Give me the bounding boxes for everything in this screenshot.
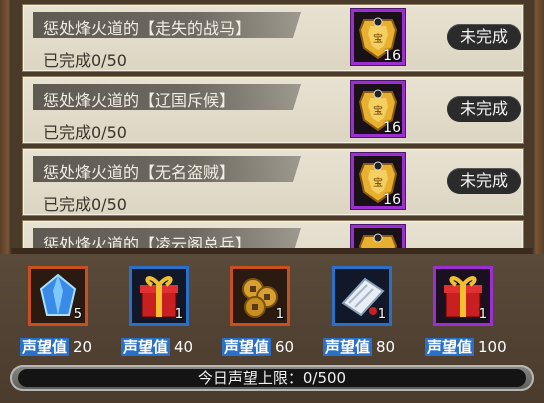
reward-item[interactable] bbox=[351, 225, 405, 248]
slot-count: 1 bbox=[377, 307, 386, 322]
task-row: 惩处烽火道的【无名盗贼】 已完成0/50 宝 16 未完成 bbox=[22, 148, 524, 216]
task-title: 惩处烽火道的【凌云阁总兵】 bbox=[43, 235, 252, 248]
task-progress: 已完成0/50 bbox=[43, 195, 127, 214]
daily-limit-bar: 今日声望上限：0/500 bbox=[10, 365, 534, 391]
svg-text:宝: 宝 bbox=[373, 32, 383, 45]
task-row: 惩处烽火道的【走失的战马】 已完成0/50 宝 16 未完成 bbox=[22, 4, 524, 72]
reputation-value: 20 bbox=[73, 338, 93, 356]
reputation-value: 100 bbox=[478, 338, 507, 356]
reward-item[interactable]: 宝 16 bbox=[351, 81, 405, 137]
reward-slot[interactable]: 1 bbox=[433, 266, 493, 326]
reward-label: 声望值 100 bbox=[425, 336, 507, 357]
reward-label: 声望值 20 bbox=[20, 336, 92, 357]
reputation-value: 60 bbox=[275, 338, 295, 356]
task-title: 惩处烽火道的【辽国斥候】 bbox=[43, 91, 236, 110]
status-button[interactable]: 未完成 bbox=[447, 24, 521, 50]
task-list[interactable]: 惩处烽火道的【走失的战马】 已完成0/50 宝 16 未完成 惩处烽火道的【辽国… bbox=[10, 0, 534, 248]
reputation-value: 40 bbox=[174, 338, 194, 356]
reward-slot[interactable]: 1 bbox=[332, 266, 392, 326]
task-title: 惩处烽火道的【无名盗贼】 bbox=[43, 163, 236, 182]
slot-count: 1 bbox=[174, 307, 183, 322]
reward-item[interactable]: 宝 16 bbox=[351, 9, 405, 65]
slot-count: 1 bbox=[275, 307, 284, 322]
daily-limit-text: 今日声望上限：0/500 bbox=[197, 369, 347, 387]
svg-text:宝: 宝 bbox=[373, 104, 383, 117]
reputation-value: 80 bbox=[376, 338, 396, 356]
reputation-badge: 声望值 bbox=[121, 338, 171, 356]
task-row: 惩处烽火道的【辽国斥候】 已完成0/50 宝 16 未完成 bbox=[22, 76, 524, 144]
reputation-badge: 声望值 bbox=[222, 338, 272, 356]
status-button[interactable]: 未完成 bbox=[447, 96, 521, 122]
reputation-badge: 声望值 bbox=[425, 338, 475, 356]
reward-slot[interactable]: 5 bbox=[28, 266, 88, 326]
task-progress: 已完成0/50 bbox=[43, 123, 127, 142]
task-title: 惩处烽火道的【走失的战马】 bbox=[43, 19, 252, 38]
reward-slot[interactable]: 1 bbox=[129, 266, 189, 326]
slot-count: 5 bbox=[73, 307, 82, 322]
reward-label: 声望值 40 bbox=[121, 336, 193, 357]
reward-count: 16 bbox=[383, 192, 401, 208]
reward-count: 16 bbox=[383, 48, 401, 64]
slot-count: 1 bbox=[478, 307, 487, 322]
svg-text:宝: 宝 bbox=[373, 176, 383, 189]
task-row: 惩处烽火道的【凌云阁总兵】 bbox=[22, 220, 524, 248]
reward-item[interactable]: 宝 16 bbox=[351, 153, 405, 209]
reward-count: 16 bbox=[383, 120, 401, 136]
reward-label: 声望值 60 bbox=[222, 336, 294, 357]
reward-label: 声望值 80 bbox=[323, 336, 395, 357]
reputation-badge: 声望值 bbox=[20, 338, 70, 356]
golden-shield-icon bbox=[358, 233, 398, 248]
status-button[interactable]: 未完成 bbox=[447, 168, 521, 194]
task-progress: 已完成0/50 bbox=[43, 51, 127, 70]
reputation-rewards-panel: 5 声望值 20 1 声望值 40 1 声望值 60 1 声望值 80 1 声望… bbox=[0, 254, 544, 403]
reward-slot[interactable]: 1 bbox=[230, 266, 290, 326]
reputation-badge: 声望值 bbox=[323, 338, 373, 356]
